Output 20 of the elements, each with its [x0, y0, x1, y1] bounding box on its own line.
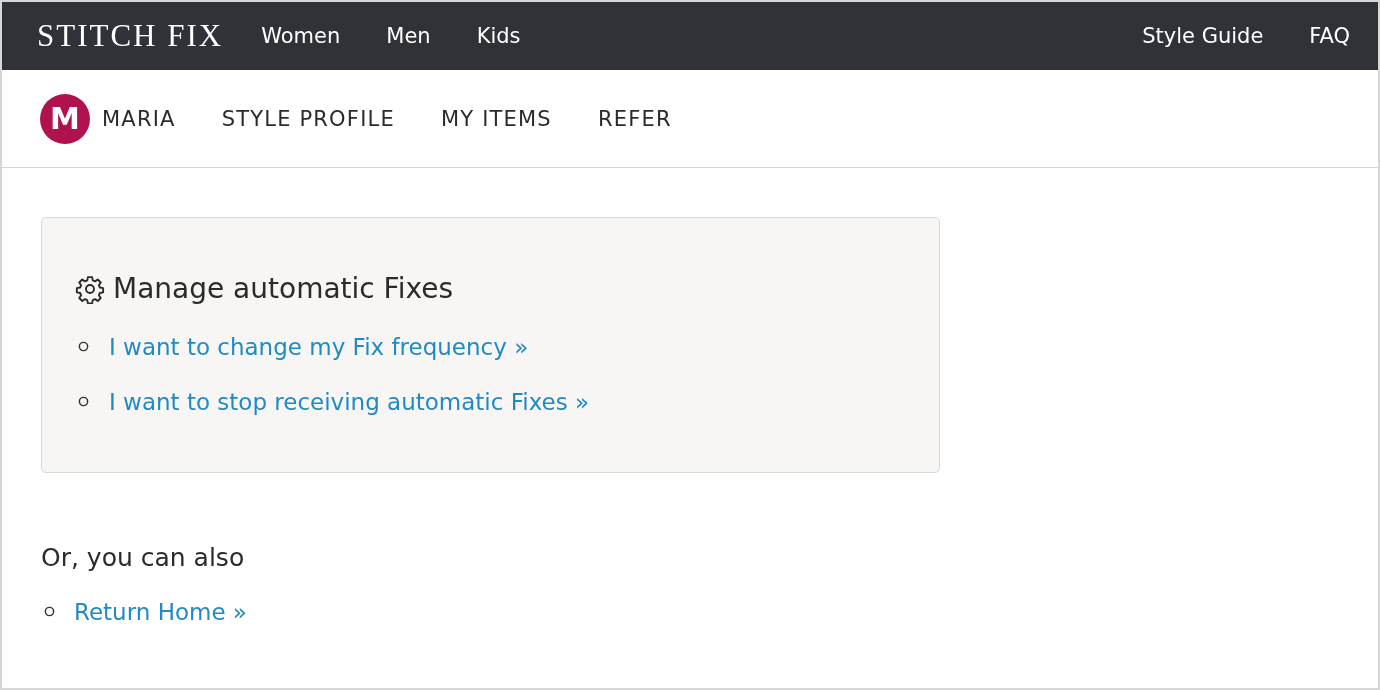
- panel-title: Manage automatic Fixes: [113, 272, 453, 305]
- nav-link[interactable]: Style Guide: [1142, 24, 1264, 48]
- bullet-icon: [78, 341, 89, 352]
- nav-link[interactable]: Kids: [476, 24, 521, 48]
- account-nav-link[interactable]: REFER: [597, 106, 672, 131]
- account-nav-link[interactable]: MY ITEMS: [440, 106, 552, 131]
- section-heading: Or, you can also: [41, 543, 246, 572]
- bullet-icon: [44, 606, 55, 617]
- account-nav-link[interactable]: STYLE PROFILE: [221, 106, 395, 131]
- nav-link[interactable]: FAQ: [1309, 24, 1350, 48]
- avatar[interactable]: M: [40, 93, 90, 144]
- settings-icon: [75, 273, 105, 304]
- link[interactable]: Return Home »: [74, 598, 247, 625]
- nav-link[interactable]: Men: [386, 24, 431, 48]
- logo[interactable]: STITCH FIX: [37, 18, 224, 54]
- link[interactable]: I want to stop receiving automatic Fixes »: [109, 388, 590, 415]
- nav-link[interactable]: Women: [261, 24, 341, 48]
- link[interactable]: I want to change my Fix frequency »: [109, 333, 529, 360]
- user-name-link[interactable]: MARIA: [102, 106, 176, 131]
- bullet-icon: [78, 396, 89, 407]
